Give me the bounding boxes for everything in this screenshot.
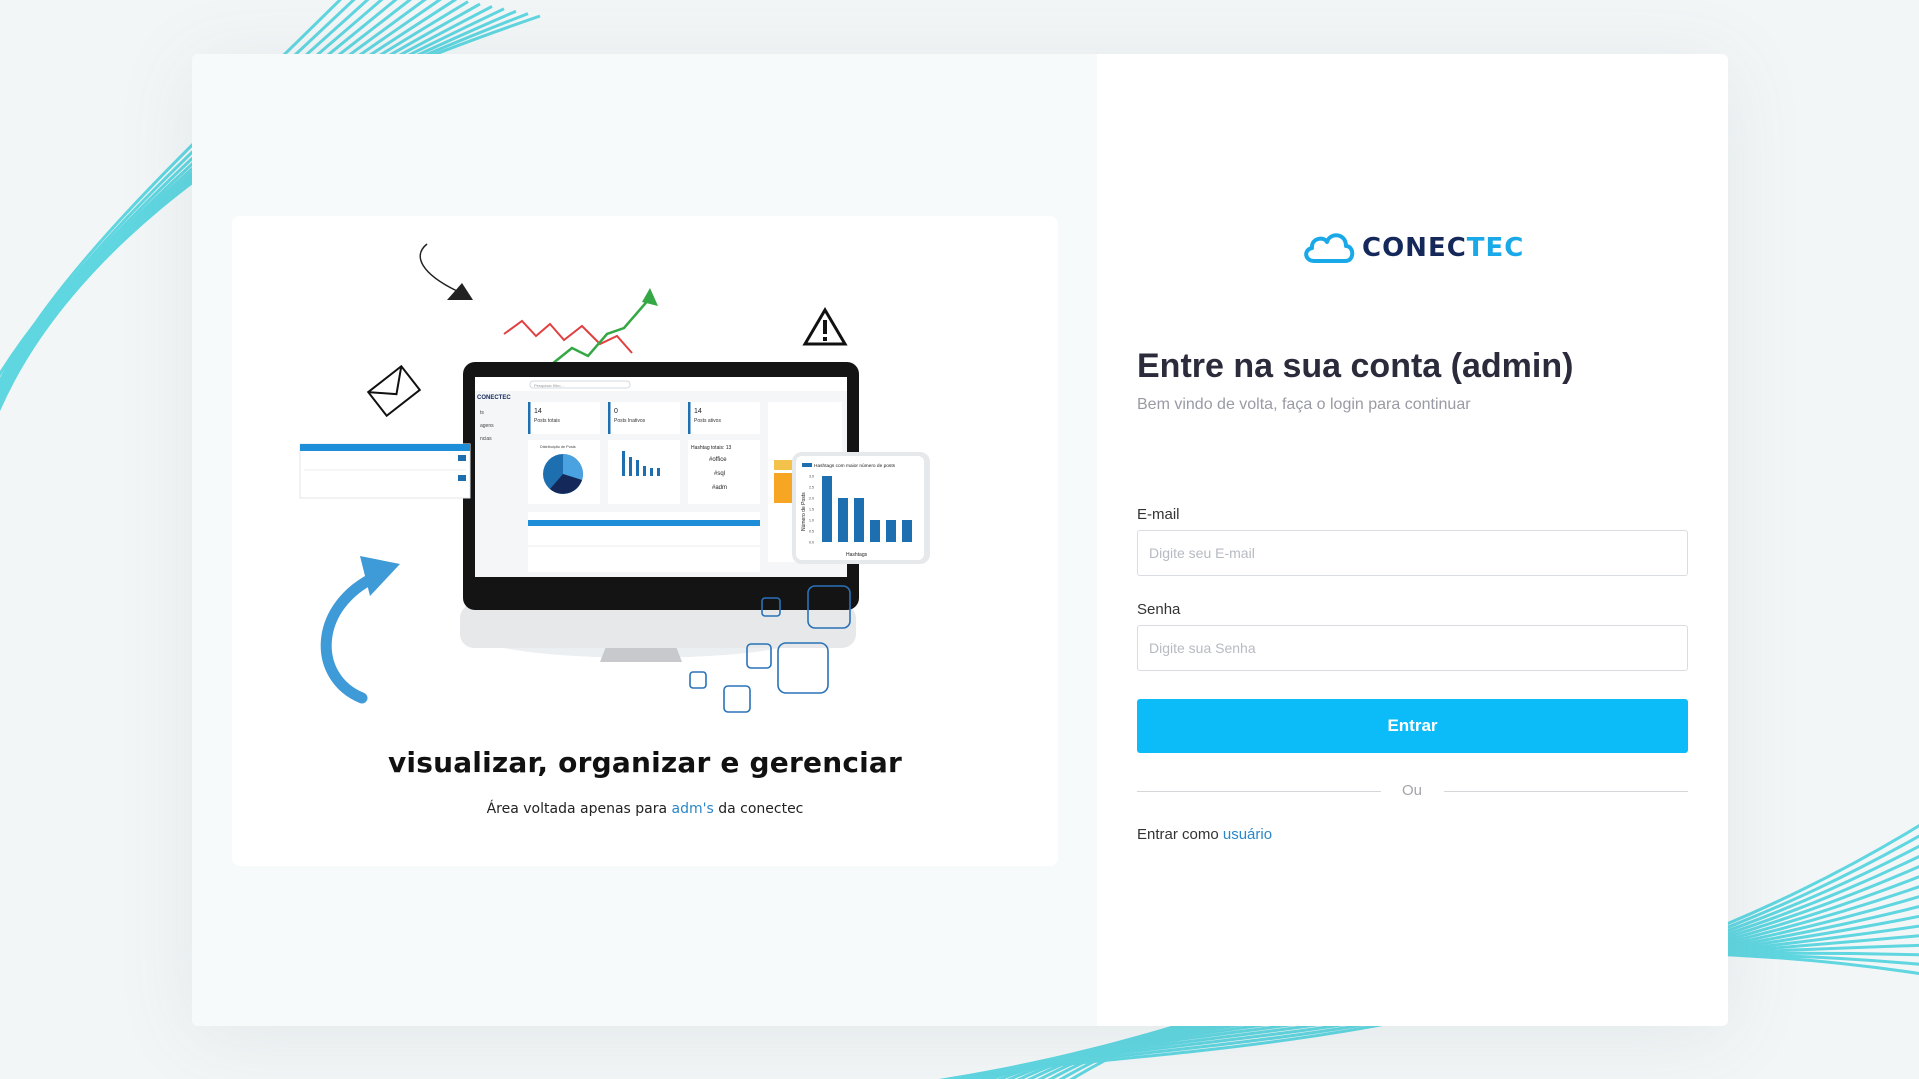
preview-search: Pesquisar filtro...: [534, 383, 564, 388]
email-field[interactable]: [1137, 530, 1688, 576]
trend-line-red: [503, 319, 633, 354]
divider-line-left: [1137, 791, 1381, 792]
bar-chart-ytick: 1.5: [809, 508, 814, 512]
preview-stat-card: 14 Posts ativos: [688, 402, 760, 434]
warning-icon: [802, 307, 848, 346]
preview-sidebar-item: agens: [480, 423, 494, 429]
preview-bar-card: [608, 440, 680, 504]
bar-chart-ytick: 0.0: [809, 541, 814, 545]
cloud-icon: [1304, 233, 1355, 263]
bar-chart-ytick: 3.0: [809, 475, 814, 479]
preview-sidebar-item: ts: [480, 410, 484, 416]
alt-login-text: Entrar como usuário: [1137, 826, 1273, 843]
user-login-link[interactable]: usuário: [1223, 826, 1272, 843]
bar-chart-ytick: 0.5: [809, 530, 814, 534]
curved-arrow-icon: [320, 556, 400, 704]
preview-stat-card: 0 Posts Inativos: [608, 402, 680, 434]
svg-text:14: 14: [534, 408, 542, 415]
login-card: Pesquisar filtro... CONECTEC ts agens nc…: [192, 54, 1728, 1026]
svg-text:Posts totais: Posts totais: [534, 418, 560, 424]
preview-stat-card: 14 Posts totais: [528, 402, 600, 434]
promo-box: Pesquisar filtro... CONECTEC ts agens nc…: [232, 216, 1058, 866]
svg-text:#adm: #adm: [712, 485, 727, 491]
preview-sidebar-item: ncias: [480, 436, 492, 442]
preview-brand: CONECTEC: [477, 395, 511, 401]
svg-text:Posts Inativos: Posts Inativos: [614, 418, 646, 424]
bar-chart-bar: [854, 498, 864, 542]
promo-subtitle: Área voltada apenas para adm's da conect…: [486, 801, 804, 817]
bar-chart-ytick: 2.0: [809, 497, 814, 501]
password-label: Senha: [1137, 601, 1181, 618]
svg-text:Posts ativos: Posts ativos: [694, 418, 721, 424]
floating-bar-chart-card: Hashtags com maior número de posts Númer…: [792, 452, 930, 564]
preview-pie-card: Distribuição de Posts: [528, 440, 600, 504]
bar-chart-title: Hashtags com maior número de posts: [814, 463, 896, 469]
adm-highlight: adm's: [671, 801, 714, 817]
svg-text:Distribuição de Posts: Distribuição de Posts: [540, 445, 576, 449]
mail-icon: [366, 364, 422, 418]
divider-or: Ou: [1401, 782, 1422, 799]
login-panel: CONECTEC Entre na sua conta (admin) Bem …: [1097, 54, 1728, 1026]
dashboard-illustration: Pesquisar filtro... CONECTEC ts agens nc…: [299, 243, 930, 713]
promo-title: visualizar, organizar e gerenciar: [387, 746, 903, 779]
svg-text:Hashtag totais: 13: Hashtag totais: 13: [691, 445, 732, 451]
bar-chart-bar: [822, 476, 832, 542]
bar-chart-ytick: 1.0: [809, 519, 814, 523]
page-title: Entre na sua conta (admin): [1137, 347, 1574, 385]
bar-chart-bar: [870, 520, 880, 542]
svg-text:14: 14: [694, 408, 702, 415]
bar-chart-bar: [886, 520, 896, 542]
bar-chart-bar: [902, 520, 912, 542]
svg-text:0: 0: [614, 408, 618, 415]
trend-arrow-icon: [551, 297, 651, 365]
promo-panel: Pesquisar filtro... CONECTEC ts agens nc…: [192, 54, 1097, 1026]
divider-line-right: [1444, 791, 1688, 792]
floating-table-card: [299, 443, 471, 499]
hand-drawn-arrow-icon: [419, 243, 458, 292]
preview-hashtag-card: Hashtag totais: 13 #office #sql #adm: [688, 440, 760, 504]
bar-chart-ytick: 2.5: [809, 486, 814, 490]
arrow-head: [447, 283, 473, 300]
bar-chart-xlabel: Hashtags: [846, 552, 868, 558]
bar-chart-ylabel: Número de Posts: [801, 492, 807, 531]
svg-text:#office: #office: [709, 457, 727, 463]
login-button[interactable]: Entrar: [1137, 699, 1688, 753]
conectec-logo: CONECTEC: [1300, 224, 1550, 270]
welcome-subtitle: Bem vindo de volta, faça o login para co…: [1137, 396, 1471, 413]
email-label: E-mail: [1137, 506, 1180, 523]
svg-text:#sql: #sql: [714, 471, 725, 477]
bar-chart-bar: [838, 498, 848, 542]
password-field[interactable]: [1137, 625, 1688, 671]
